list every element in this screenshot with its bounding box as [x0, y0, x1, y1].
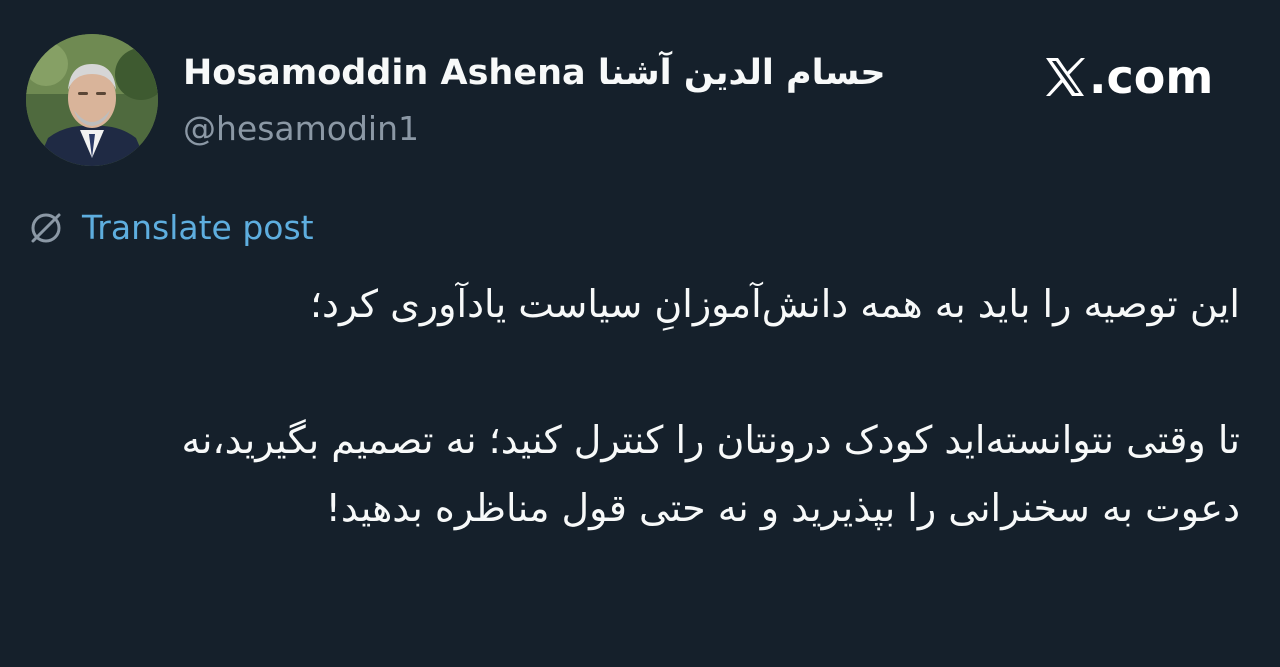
author-display-name[interactable]: Hosamoddin Ashena حسام الدین آشنا [183, 50, 886, 96]
author-handle[interactable]: @hesamodin1 [183, 107, 419, 151]
avatar[interactable] [26, 34, 158, 166]
tweet-paragraph-2: تا وقتی نتوانسته‌اید کودک درونتان را کنت… [181, 418, 1240, 530]
profile-photo-icon [26, 34, 158, 166]
globe-translate-icon [31, 213, 61, 243]
translate-post-link[interactable]: Translate post [26, 206, 314, 250]
brand-domain-text: .com [1089, 50, 1214, 104]
tweet-paragraph-1: این توصیه را باید به همه دانش‌آموزانِ سی… [309, 282, 1240, 326]
tweet-card: Hosamoddin Ashena حسام الدین آشنا @hesam… [0, 0, 1280, 667]
x-com-brand: .com [1043, 50, 1213, 104]
tweet-text: این توصیه را باید به همه دانش‌آموزانِ سی… [80, 270, 1240, 542]
translate-post-label[interactable]: Translate post [82, 206, 314, 250]
x-logo-icon [1046, 58, 1085, 96]
